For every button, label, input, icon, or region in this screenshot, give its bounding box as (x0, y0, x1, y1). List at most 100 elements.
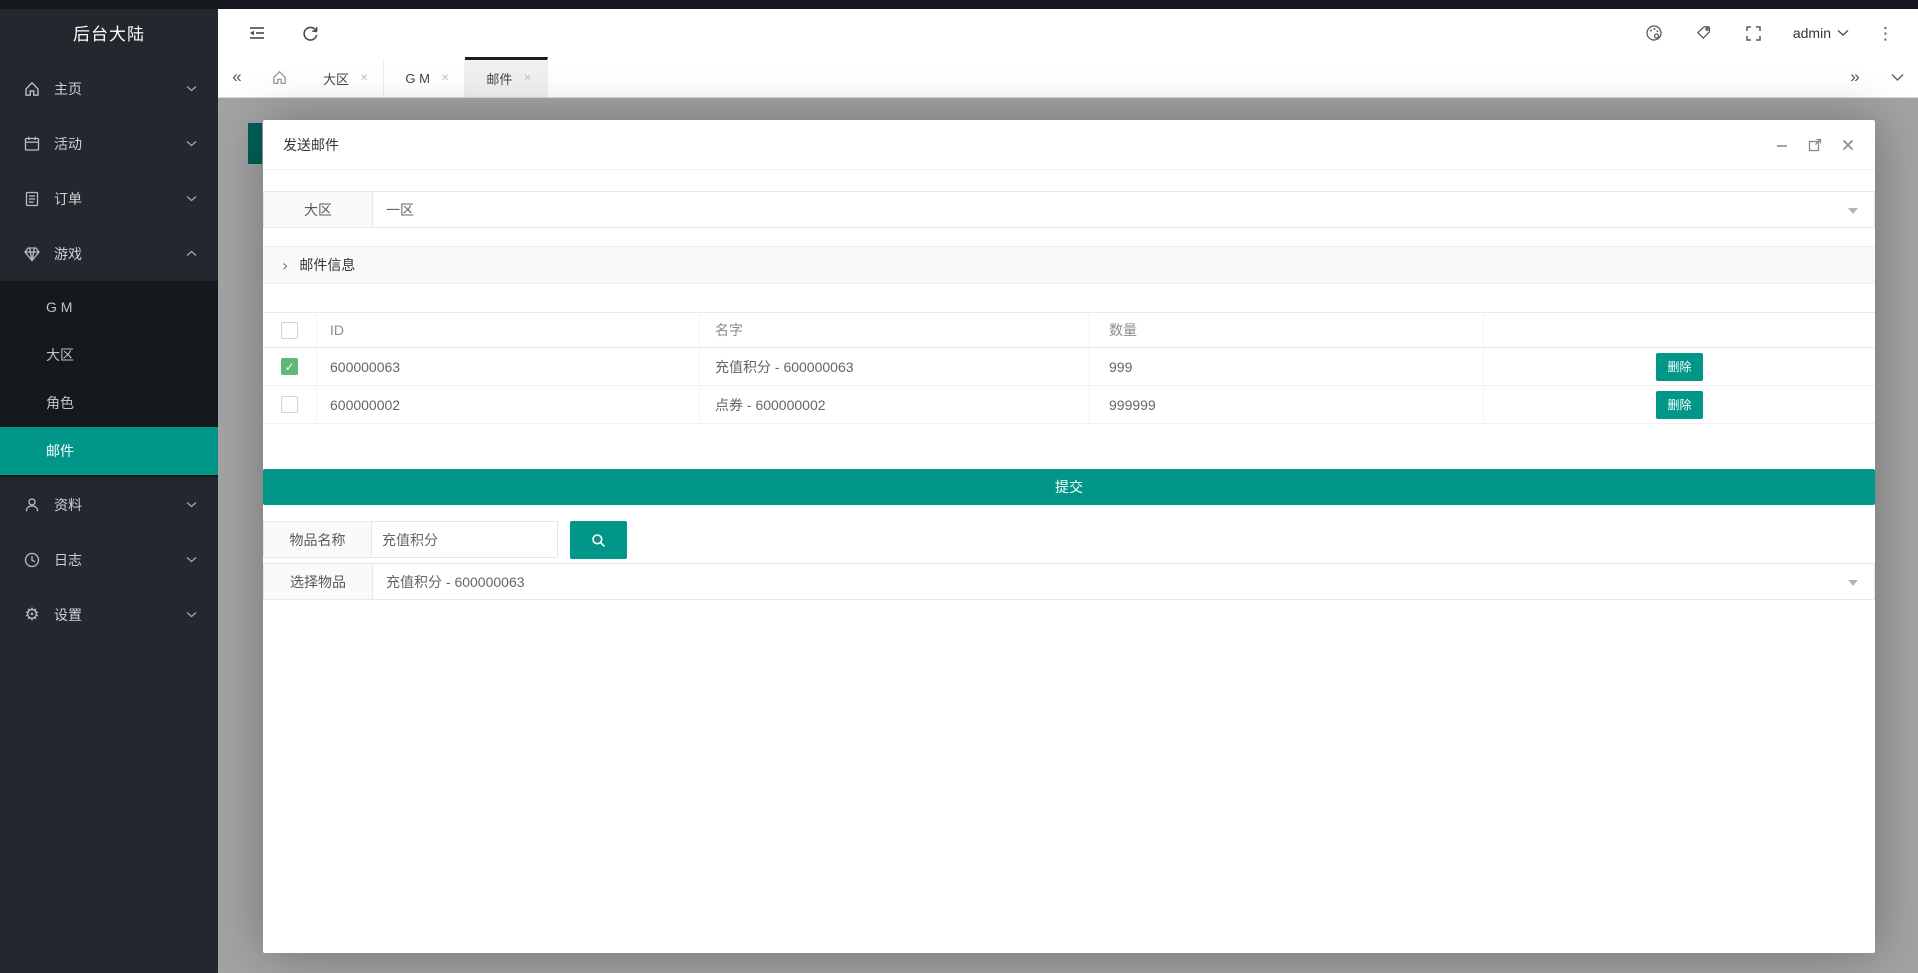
server-select-row: 大区 一区 (263, 191, 1875, 228)
home-tab-icon[interactable] (256, 57, 302, 97)
header-checkbox-cell (263, 313, 317, 347)
chevron-down-icon (186, 195, 197, 202)
gear-icon: ⚙ (23, 606, 41, 624)
sidebar-item-orders[interactable]: 订单 (0, 171, 218, 226)
sidebar-item-settings[interactable]: ⚙ 设置 (0, 587, 218, 642)
app-title: 后台大陆 (0, 9, 218, 61)
chevron-down-icon (186, 501, 197, 508)
table-header-row: ID 名字 数量 (263, 313, 1875, 348)
sidebar-subitem-gm[interactable]: G M (0, 283, 218, 331)
select-arrow-icon (1848, 208, 1858, 214)
tabs-scroll-left-icon[interactable]: « (218, 57, 256, 97)
sidebar-item-label: 资料 (54, 495, 82, 515)
checkbox-cell: ✓ (263, 348, 317, 385)
tab-label: 大区 (323, 69, 349, 88)
sidebar-item-label: 游戏 (54, 244, 82, 264)
delete-button[interactable]: 删除 (1656, 391, 1703, 419)
sidebar-item-profile[interactable]: 资料 (0, 477, 218, 532)
tab-server[interactable]: 大区 ✕ (302, 57, 384, 97)
close-tab-icon[interactable]: ✕ (441, 73, 449, 84)
item-name-row: 物品名称 (263, 521, 627, 559)
user-menu[interactable]: admin (1793, 25, 1849, 41)
select-all-checkbox[interactable] (281, 322, 298, 339)
person-icon (23, 496, 41, 514)
delete-button[interactable]: 删除 (1656, 353, 1703, 381)
chevron-down-icon (186, 611, 197, 618)
sidebar: 后台大陆 主页 活动 订单 (0, 9, 218, 973)
row-checkbox[interactable] (281, 396, 298, 413)
checkbox-cell (263, 386, 317, 423)
refresh-icon[interactable] (299, 22, 321, 44)
send-mail-modal: 发送邮件 大区 一区 (263, 120, 1875, 953)
tab-gm[interactable]: G M ✕ (384, 57, 465, 97)
header-qty: 数量 (1090, 313, 1484, 347)
cell-action: 删除 (1484, 353, 1875, 381)
cell-qty: 999999 (1090, 386, 1484, 423)
sidebar-item-home[interactable]: 主页 (0, 61, 218, 116)
cell-action: 删除 (1484, 391, 1875, 419)
cell-name: 点券 - 600000002 (700, 386, 1090, 423)
item-select[interactable]: 充值积分 - 600000063 (373, 564, 1874, 599)
close-tab-icon[interactable]: ✕ (523, 73, 531, 84)
sidebar-subitem-role[interactable]: 角色 (0, 379, 218, 427)
home-icon (23, 80, 41, 98)
sidebar-item-activity[interactable]: 活动 (0, 116, 218, 171)
tag-icon[interactable] (1693, 22, 1715, 44)
tab-label: 邮件 (486, 69, 512, 88)
sidebar-item-label: 设置 (54, 605, 82, 625)
chevron-right-icon: › (282, 256, 288, 275)
server-select[interactable]: 一区 (373, 192, 1874, 227)
sidebar-item-logs[interactable]: 日志 (0, 532, 218, 587)
more-menu-icon[interactable]: ⋮ (1877, 25, 1894, 42)
tab-mail[interactable]: 邮件 ✕ (465, 57, 547, 97)
close-icon[interactable] (1839, 136, 1857, 154)
theme-palette-icon[interactable] (1643, 22, 1665, 44)
item-select-label: 选择物品 (264, 564, 373, 599)
item-name-label: 物品名称 (263, 521, 372, 558)
minimize-icon[interactable] (1773, 136, 1791, 154)
order-icon (23, 190, 41, 208)
item-select-row: 选择物品 充值积分 - 600000063 (263, 563, 1875, 600)
navbar-left (218, 22, 321, 44)
chevron-down-icon (1837, 29, 1849, 37)
username: admin (1793, 25, 1831, 41)
item-name-input[interactable] (371, 521, 558, 558)
mail-info-collapse-header[interactable]: › 邮件信息 (263, 246, 1875, 284)
sidebar-subitem-server[interactable]: 大区 (0, 331, 218, 379)
navbar-right: admin ⋮ (1643, 22, 1918, 44)
collapse-label: 邮件信息 (299, 255, 355, 275)
search-icon (590, 532, 607, 549)
server-select-value: 一区 (386, 200, 414, 220)
sidebar-item-label: 主页 (54, 79, 82, 99)
window-top-strip (0, 0, 1918, 9)
close-tab-icon[interactable]: ✕ (360, 73, 368, 84)
submit-button[interactable]: 提交 (263, 469, 1875, 505)
maximize-icon[interactable] (1806, 136, 1824, 154)
sidebar-item-label: 订单 (54, 189, 82, 209)
sidebar-submenu-games: G M 大区 角色 邮件 (0, 281, 218, 477)
clock-icon (23, 551, 41, 569)
header-id: ID (317, 313, 700, 347)
search-button[interactable] (570, 521, 627, 559)
chevron-down-icon (186, 556, 197, 563)
collapse-sidebar-icon[interactable] (246, 22, 268, 44)
cell-id: 600000063 (317, 348, 700, 385)
select-arrow-icon (1848, 580, 1858, 586)
sidebar-item-label: 活动 (54, 134, 82, 154)
fullscreen-icon[interactable] (1743, 22, 1765, 44)
navbar: admin ⋮ (218, 9, 1918, 57)
row-checkbox[interactable]: ✓ (281, 358, 298, 375)
chevron-down-icon (186, 85, 197, 92)
tab-label: G M (405, 71, 430, 86)
tabs-menu-icon[interactable] (1876, 57, 1918, 97)
modal-body: 大区 一区 › 邮件信息 ID 名字 数量 (263, 170, 1875, 952)
server-select-label: 大区 (264, 192, 373, 227)
sidebar-subitem-mail[interactable]: 邮件 (0, 427, 218, 475)
page: 后台大陆 主页 活动 订单 (0, 0, 1918, 973)
mail-items-table: ID 名字 数量 ✓ 600000063 充值积分 - 600000063 99… (263, 312, 1875, 424)
sidebar-item-games[interactable]: 游戏 (0, 226, 218, 281)
tabs-scroll-right-icon[interactable]: » (1834, 57, 1876, 97)
item-select-value: 充值积分 - 600000063 (386, 572, 525, 592)
check-icon: ✓ (284, 360, 294, 374)
cell-id: 600000002 (317, 386, 700, 423)
